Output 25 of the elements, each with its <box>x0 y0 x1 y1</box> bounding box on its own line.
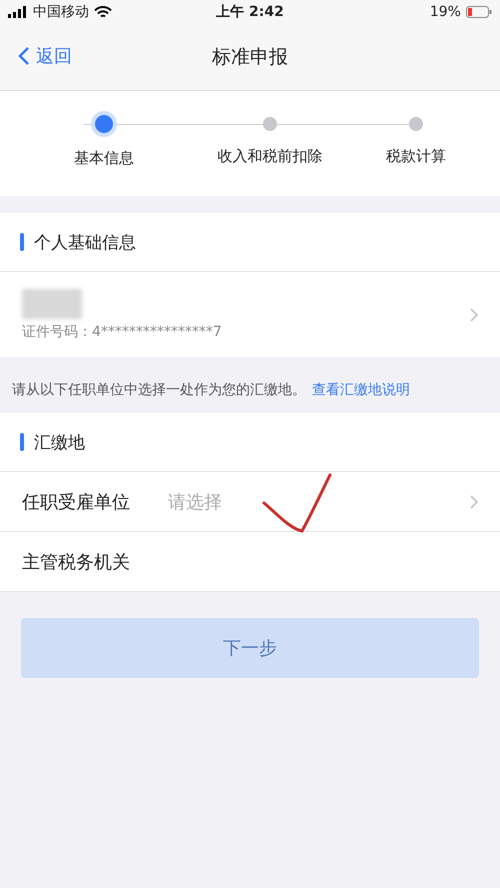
section-marker <box>20 433 24 452</box>
explanation-link[interactable]: 查看汇缴地说明 <box>312 382 410 398</box>
signal-icon <box>8 6 28 18</box>
form-row[interactable]: 主管税务机关 <box>0 532 500 592</box>
section-marker <box>20 233 24 251</box>
section-heading: 汇缴地 <box>34 432 85 454</box>
battery-percent: 19% <box>430 4 461 20</box>
chevron-right-icon <box>470 494 478 509</box>
section-heading: 个人基础信息 <box>34 232 136 254</box>
clock-time: 上午 2:42 <box>216 3 284 21</box>
id-number: 证件号码：4****************7 <box>22 322 222 340</box>
step-label[interactable]: 税款计算 <box>386 147 446 166</box>
back-button[interactable]: 返回 <box>18 44 72 68</box>
page-title: 标准申报 <box>212 45 288 70</box>
notice-text: 请从以下任职单位中选择一处作为您的汇缴地。 查看汇缴地说明 <box>11 381 411 400</box>
chevron-left-icon <box>18 46 30 66</box>
step-label[interactable]: 基本信息 <box>74 149 134 168</box>
carrier-name: 中国移动 <box>33 3 89 21</box>
chevron-right-icon <box>470 308 478 322</box>
battery-icon <box>466 6 492 18</box>
checkmark-drawing <box>262 473 334 536</box>
blurred-name <box>22 288 82 318</box>
step-label[interactable]: 收入和税前扣除 <box>218 147 322 166</box>
wifi-icon <box>94 6 112 18</box>
select-row[interactable]: 任职受雇单位 请选择 <box>0 472 500 532</box>
